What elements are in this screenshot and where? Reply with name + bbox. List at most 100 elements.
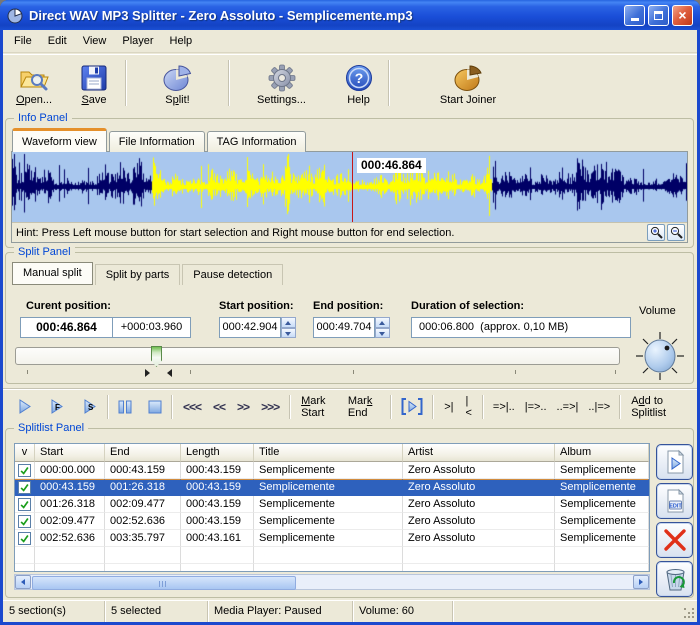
position-slider-thumb[interactable] bbox=[151, 346, 162, 367]
tab-manual-split[interactable]: Manual split bbox=[12, 262, 93, 285]
check-icon bbox=[19, 499, 30, 510]
cell-end: 002:09.477 bbox=[105, 496, 181, 513]
stop-icon bbox=[148, 400, 162, 414]
position-slider-track[interactable] bbox=[15, 347, 620, 365]
stop-button[interactable] bbox=[143, 395, 167, 419]
mark-start-button[interactable]: Mark Start bbox=[295, 395, 342, 419]
check-icon bbox=[19, 465, 30, 476]
seek-forward-button[interactable]: >> bbox=[231, 400, 255, 414]
scrollbar-thumb[interactable] bbox=[32, 576, 296, 590]
table-row[interactable]: 002:09.477 002:52.636 000:43.159 Semplic… bbox=[15, 513, 649, 530]
current-delta-field[interactable]: +000:03.960 bbox=[112, 317, 191, 338]
delete-section-button[interactable] bbox=[656, 522, 693, 558]
end-position-spinner[interactable] bbox=[375, 317, 390, 338]
table-row[interactable]: 000:00.000 000:43.159 000:43.159 Semplic… bbox=[15, 462, 649, 479]
pause-button[interactable] bbox=[113, 395, 137, 419]
play-button[interactable] bbox=[13, 395, 37, 419]
column-start[interactable]: Start bbox=[35, 444, 105, 462]
column-end[interactable]: End bbox=[105, 444, 181, 462]
column-artist[interactable]: Artist bbox=[403, 444, 555, 462]
nudge-start-left-button[interactable]: |=>.. bbox=[520, 401, 552, 413]
nudge-end-left-button[interactable]: ..|=> bbox=[583, 401, 615, 413]
row-checkbox[interactable] bbox=[18, 532, 31, 545]
pause-icon bbox=[118, 400, 132, 414]
spin-up-icon[interactable] bbox=[375, 317, 390, 328]
tab-tag-information[interactable]: TAG Information bbox=[207, 131, 307, 152]
duration-field[interactable]: 000:06.800 (approx. 0,10 MB) bbox=[411, 317, 631, 338]
seek-back-button[interactable]: << bbox=[207, 400, 231, 414]
waveform-view[interactable]: 000:46.864 bbox=[12, 152, 687, 222]
column-album[interactable]: Album bbox=[555, 444, 649, 462]
volume-knob[interactable] bbox=[634, 330, 686, 385]
row-checkbox[interactable] bbox=[18, 498, 31, 511]
play-fast-button[interactable]: F bbox=[45, 395, 70, 419]
waveform-canvas[interactable] bbox=[12, 152, 687, 222]
spin-down-icon[interactable] bbox=[281, 328, 296, 339]
minimize-button[interactable] bbox=[624, 5, 645, 26]
row-checkbox[interactable] bbox=[18, 464, 31, 477]
table-row[interactable]: 002:52.636 003:35.797 000:43.161 Semplic… bbox=[15, 530, 649, 547]
nudge-end-right-button[interactable]: ..=>| bbox=[552, 401, 584, 413]
start-joiner-button[interactable]: Start Joiner bbox=[414, 57, 522, 109]
edit-section-button[interactable]: EDIT bbox=[656, 483, 693, 519]
transport-separator bbox=[390, 395, 392, 419]
column-check[interactable]: v bbox=[15, 444, 35, 462]
go-selection-start-button[interactable]: |< bbox=[459, 395, 477, 419]
spin-up-icon[interactable] bbox=[281, 317, 296, 328]
splitlist-table: v Start End Length Title Artist Album 00… bbox=[14, 443, 650, 572]
settings-button[interactable]: Settings... bbox=[232, 57, 331, 109]
tab-waveform-view[interactable]: Waveform view bbox=[12, 128, 107, 152]
play-section-icon bbox=[662, 449, 688, 475]
tab-split-by-parts[interactable]: Split by parts bbox=[95, 264, 181, 285]
horizontal-scrollbar[interactable] bbox=[14, 574, 650, 590]
clear-splitlist-button[interactable] bbox=[656, 561, 693, 597]
tab-file-information[interactable]: File Information bbox=[109, 131, 205, 152]
nudge-start-right-button[interactable]: =>|.. bbox=[488, 401, 520, 413]
start-position-spinner[interactable] bbox=[281, 317, 296, 338]
go-selection-end-button[interactable]: >| bbox=[438, 401, 459, 413]
transport-separator bbox=[107, 395, 109, 419]
toolbar-separator bbox=[388, 60, 390, 106]
menu-player[interactable]: Player bbox=[114, 31, 161, 52]
table-row[interactable]: 001:26.318 002:09.477 000:43.159 Semplic… bbox=[15, 496, 649, 513]
mark-end-button[interactable]: Mark End bbox=[342, 395, 386, 419]
column-title[interactable]: Title bbox=[254, 444, 403, 462]
scroll-right-button[interactable] bbox=[633, 575, 649, 589]
zoom-out-button[interactable] bbox=[667, 224, 685, 241]
play-section-button[interactable] bbox=[656, 444, 693, 480]
table-row[interactable]: 000:43.159 001:26.318 000:43.159 Semplic… bbox=[15, 479, 649, 496]
cell-start: 001:26.318 bbox=[35, 496, 105, 513]
end-position-field[interactable]: 000:49.704 bbox=[313, 317, 375, 338]
close-button[interactable]: × bbox=[672, 5, 693, 26]
resize-grip[interactable] bbox=[684, 608, 696, 620]
status-selected: 5 selected bbox=[105, 601, 208, 622]
row-checkbox[interactable] bbox=[18, 515, 31, 528]
row-checkbox[interactable] bbox=[18, 481, 31, 494]
add-to-splitlist-button[interactable]: Add to Splitlist bbox=[625, 395, 685, 419]
play-selection-button[interactable] bbox=[396, 395, 428, 419]
seek-forward-fast-button[interactable]: >>> bbox=[255, 400, 285, 414]
open-button[interactable]: Open... bbox=[3, 57, 65, 109]
status-bar: 5 section(s) 5 selected Media Player: Pa… bbox=[3, 600, 697, 622]
current-position-field[interactable]: 000:46.864 bbox=[20, 317, 113, 338]
split-button[interactable]: Split! bbox=[129, 57, 226, 109]
column-length[interactable]: Length bbox=[181, 444, 254, 462]
cell-length: 000:43.159 bbox=[181, 479, 254, 496]
menu-file[interactable]: File bbox=[6, 31, 40, 52]
svg-text:S: S bbox=[88, 403, 94, 412]
play-slow-button[interactable]: S bbox=[78, 395, 103, 419]
menu-view[interactable]: View bbox=[75, 31, 115, 52]
spin-down-icon[interactable] bbox=[375, 328, 390, 339]
settings-label: Settings... bbox=[257, 94, 306, 106]
scroll-left-button[interactable] bbox=[15, 575, 31, 589]
playback-cursor[interactable] bbox=[352, 152, 353, 222]
menu-help[interactable]: Help bbox=[162, 31, 201, 52]
seek-back-fast-button[interactable]: <<< bbox=[177, 400, 207, 414]
save-button[interactable]: Save bbox=[65, 57, 123, 109]
menu-edit[interactable]: Edit bbox=[40, 31, 75, 52]
maximize-button[interactable] bbox=[648, 5, 669, 26]
zoom-in-button[interactable] bbox=[647, 224, 665, 241]
tab-pause-detection[interactable]: Pause detection bbox=[182, 264, 283, 285]
help-button[interactable]: ? Help bbox=[331, 57, 386, 109]
start-position-field[interactable]: 000:42.904 bbox=[219, 317, 281, 338]
